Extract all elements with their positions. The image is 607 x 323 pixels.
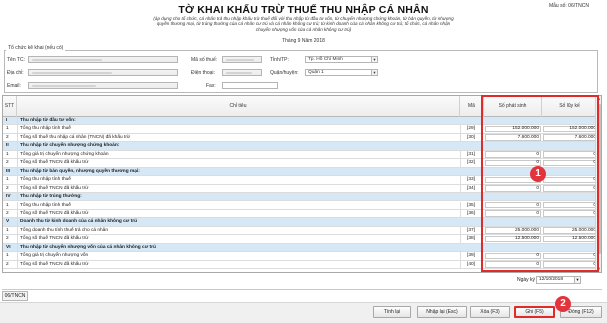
- row-chi-tieu: Doanh thu từ kinh doanh của cá nhân khôn…: [17, 218, 460, 227]
- page-subtitle: (áp dụng cho tổ chức, cá nhân trả thu nh…: [153, 16, 454, 32]
- chevron-down-icon[interactable]: ▼: [371, 70, 377, 75]
- chevron-down-icon[interactable]: ▼: [371, 57, 377, 62]
- row-chi-tieu: Tổng thu nhập tính thuế: [17, 201, 460, 210]
- row-chi-tieu: Thu nhập từ chuyển nhượng chứng khoán:: [17, 142, 460, 151]
- ngay-ky-value: 12/10/2018: [539, 277, 564, 282]
- row-chi-tieu: Tổng số thuế TNCN đã khấu trừ: [17, 159, 460, 168]
- email-label: Email:: [7, 83, 21, 89]
- row-stt: 2: [6, 185, 9, 191]
- ten-tc-label: Tên TC:: [7, 57, 25, 63]
- row-stt: 2: [6, 236, 9, 242]
- ma-so-thue-input[interactable]: [222, 56, 262, 63]
- row-stt: 1: [6, 253, 9, 259]
- tab-06-tncn[interactable]: 06/TNCN: [2, 291, 28, 301]
- row-ma: [31]: [460, 150, 481, 160]
- calendar-dropdown-icon[interactable]: ▼: [574, 277, 580, 283]
- row-ma: [40]: [460, 260, 481, 270]
- ngay-ky-input[interactable]: 12/10/2018 ▼: [536, 276, 581, 284]
- page-title: TỜ KHAI KHẤU TRỪ THUẾ THU NHẬP CÁ NHÂN: [178, 4, 429, 16]
- dia-chi-input[interactable]: [28, 69, 178, 76]
- ma-so-thue-label: Mã số thuế:: [191, 57, 218, 63]
- row-ma: [34]: [460, 184, 481, 194]
- row-ma: [38]: [460, 235, 481, 244]
- row-chi-tieu: Tổng số thuế TNCN đã khấu trừ: [17, 184, 460, 194]
- highlight-box-values: [481, 95, 599, 272]
- row-chi-tieu: Thu nhập từ bản quyền, nhượng quyền thươ…: [17, 167, 460, 177]
- row-ma: [37]: [460, 226, 481, 236]
- col-chi-tieu: Chỉ tiêu: [17, 96, 460, 117]
- fax-label: Fax:: [206, 83, 216, 89]
- row-stt: 2: [6, 261, 9, 267]
- tab-strip: [2, 289, 602, 295]
- org-section-label: Tổ chức kê khai (nếu có): [6, 45, 66, 51]
- row-stt: III: [6, 168, 10, 174]
- email-input[interactable]: [28, 82, 178, 89]
- row-chi-tieu: Tổng giá trị chuyển nhượng vốn: [17, 252, 460, 261]
- row-ma: [32]: [460, 159, 481, 168]
- row-stt: VI: [6, 244, 11, 250]
- row-stt: 1: [6, 202, 9, 208]
- tinh-tp-value: Tp. Hồ Chí Minh: [308, 57, 343, 62]
- row-chi-tieu: Tổng thu nhập tính thuế: [17, 176, 460, 185]
- row-stt: 1: [6, 177, 9, 183]
- row-chi-tieu: Tổng doanh thu tính thuế trả cho cá nhân: [17, 226, 460, 236]
- row-chi-tieu: Tổng thu nhập tính thuế: [17, 125, 460, 134]
- tinh-lai-button[interactable]: Tính lại: [373, 306, 411, 318]
- row-ma: [30]: [460, 133, 481, 143]
- row-stt: IV: [6, 194, 11, 200]
- row-stt: II: [6, 143, 9, 149]
- row-stt: 2: [6, 160, 9, 166]
- row-chi-tieu: Thu nhập từ trúng thưởng:: [17, 193, 460, 202]
- row-stt: 1: [6, 151, 9, 157]
- annotation-badge-2: 2: [555, 296, 571, 312]
- row-chi-tieu: Tổng số thuế TNCN đã khấu trừ: [17, 235, 460, 244]
- fax-input[interactable]: [222, 82, 278, 89]
- ngay-ky-label: Ngày ký: [517, 277, 536, 283]
- row-chi-tieu: Tổng số thuế TNCN đã khấu trừ: [17, 260, 460, 270]
- row-stt: 1: [6, 227, 9, 233]
- xoa-button[interactable]: Xóa (F3): [470, 306, 510, 318]
- row-stt: 2: [6, 134, 9, 140]
- tinh-tp-label: Tỉnh/TP:: [270, 57, 289, 63]
- row-ma: [39]: [460, 252, 481, 261]
- annotation-badge-1: 1: [530, 166, 546, 182]
- ghi-button[interactable]: Ghi (F5): [514, 306, 555, 318]
- row-stt: V: [6, 219, 10, 225]
- period-label: Tháng 9 Năm 2018: [282, 38, 325, 44]
- row-stt: 2: [6, 210, 9, 216]
- row-ma: [29]: [460, 125, 481, 134]
- row-stt: 1: [6, 126, 9, 132]
- row-ma: [35]: [460, 201, 481, 210]
- row-chi-tieu: Tổng giá trị chuyển nhượng chứng khoán: [17, 150, 460, 160]
- tinh-tp-select[interactable]: Tp. Hồ Chí Minh ▼: [305, 56, 378, 63]
- quan-huyen-value: Quận 1: [308, 70, 324, 75]
- dia-chi-label: Địa chỉ:: [7, 70, 24, 76]
- row-ma: [36]: [460, 209, 481, 219]
- ten-tc-input[interactable]: [28, 56, 178, 63]
- col-stt: STT: [3, 96, 17, 117]
- quan-huyen-select[interactable]: Quận 1 ▼: [305, 69, 378, 76]
- dien-thoai-label: Điện thoại:: [191, 70, 215, 76]
- row-stt: I: [6, 118, 8, 123]
- row-chi-tieu: Thu nhập từ đầu tư vốn:: [17, 117, 460, 126]
- row-ma: [33]: [460, 176, 481, 185]
- row-chi-tieu: Tổng số thuế thu nhập cá nhân (TNCN) đã …: [17, 133, 460, 143]
- nhap-lai-button[interactable]: Nhập lại (Esc): [417, 306, 467, 318]
- row-chi-tieu: Tổng số thuế TNCN đã khấu trừ: [17, 209, 460, 219]
- row-chi-tieu: Thu nhập từ chuyển nhượng vốn của cá nhâ…: [17, 243, 460, 253]
- dien-thoai-input[interactable]: [222, 69, 262, 76]
- quan-huyen-label: Quận/huyện:: [270, 70, 299, 76]
